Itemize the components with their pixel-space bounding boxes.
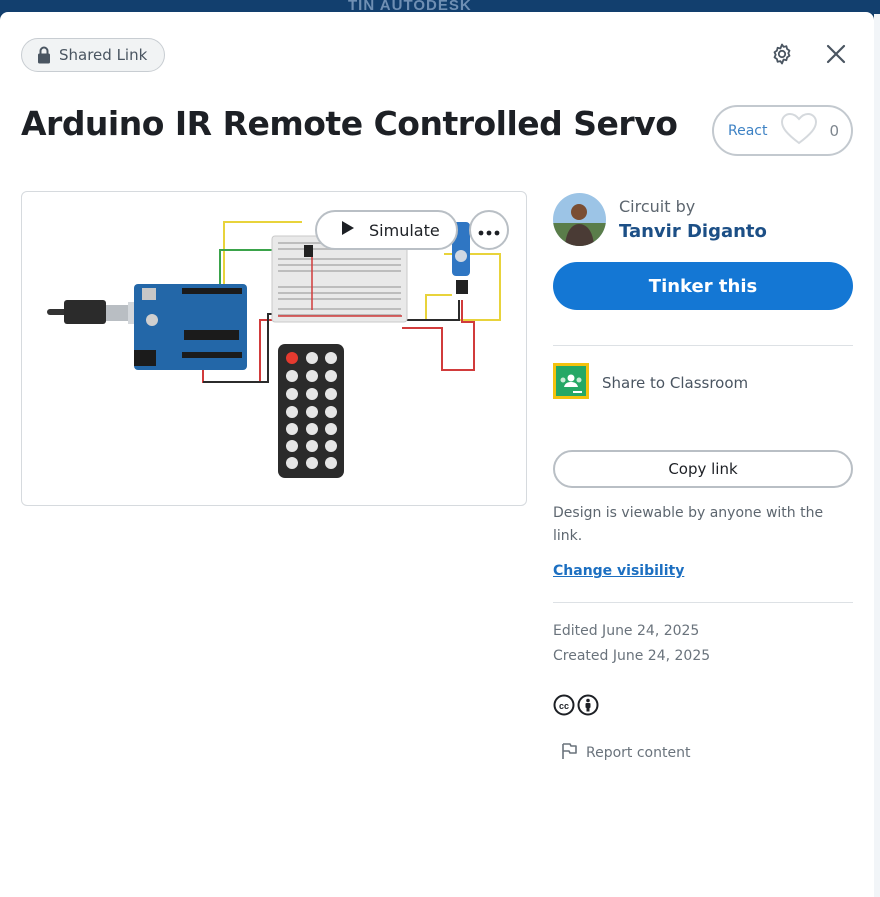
tinker-this-button[interactable]: Tinker this [553,262,853,310]
react-button[interactable]: React 0 [712,105,853,156]
react-count: 0 [829,121,840,140]
react-label: React [728,122,768,139]
license-badges[interactable]: cc [553,694,599,720]
created-date: Created June 24, 2025 [553,648,711,664]
simulate-button[interactable]: Simulate [315,210,458,250]
settings-button[interactable] [766,40,798,72]
gear-icon [770,42,794,70]
play-icon [341,220,355,240]
edited-date: Edited June 24, 2025 [553,623,700,639]
simulate-label: Simulate [369,220,440,240]
share-to-classroom-button[interactable]: Share to Classroom [553,363,748,403]
design-title: Arduino IR Remote Controlled Servo [21,104,678,143]
google-classroom-icon [553,363,589,403]
background-page-edge [874,14,880,897]
report-content-label: Report content [586,745,691,761]
shared-link-label: Shared Link [59,46,148,64]
close-button[interactable] [820,40,852,72]
divider [553,345,853,346]
shared-link-pill[interactable]: Shared Link [21,38,166,72]
cc-icon: cc [553,694,575,720]
author-name-link[interactable]: Tanvir Diganto [619,221,767,242]
copy-link-button[interactable]: Copy link [553,450,853,488]
report-content-button[interactable]: Report content [560,742,690,764]
more-options-button[interactable] [469,210,509,250]
circuit-preview: Simulate [21,191,527,506]
avatar[interactable] [553,193,606,246]
divider [553,602,853,603]
share-to-classroom-label: Share to Classroom [602,374,749,392]
heart-icon [781,112,818,149]
more-options-icon [478,221,500,240]
visibility-note: Design is viewable by anyone with the li… [553,505,824,544]
circuit-by-label: Circuit by [619,197,696,216]
lock-icon [37,46,51,64]
svg-text:cc: cc [559,701,569,711]
design-modal: Shared Link Arduino IR Remote Controlled… [0,12,874,897]
close-icon [826,44,846,68]
flag-icon [560,742,578,764]
change-visibility-link[interactable]: Change visibility [553,563,684,579]
attribution-icon [577,694,599,720]
author-block: Circuit by Tanvir Diganto [553,193,767,246]
